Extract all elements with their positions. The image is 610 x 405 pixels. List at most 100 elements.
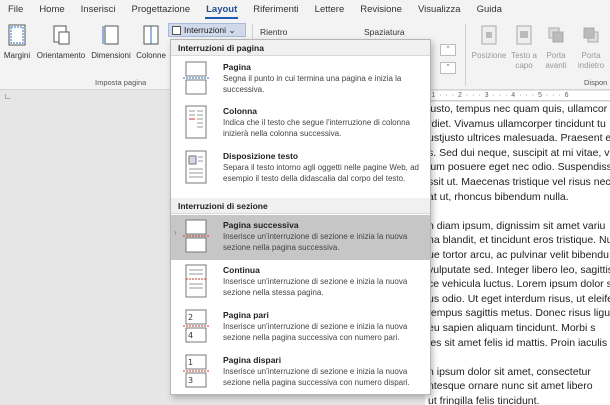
next-page-section-icon xyxy=(183,219,209,253)
menu-item-desc: Separa il testo intorno agli oggetti nel… xyxy=(223,163,419,183)
document-line: ssit ut. Maecenas tristique vel risus ne… xyxy=(428,175,610,188)
document-line: n ipsum dolor sit amet, consectetur xyxy=(428,365,591,378)
testo-a-capo-button[interactable]: Testo a capo xyxy=(508,24,540,71)
document-line: iusto, tempus nec quam quis, ullamcor xyxy=(428,103,608,115)
porta-avanti-label-1: Porta xyxy=(546,51,566,60)
menu-item-title: Pagina pari xyxy=(223,310,269,320)
tab-layout[interactable]: Layout xyxy=(198,0,245,20)
document-line: ies sit amet felis id mattis. Proin iacu… xyxy=(428,336,608,349)
porta-avanti-button[interactable]: Porta avanti xyxy=(540,24,572,71)
ribbon-separator xyxy=(465,24,466,86)
menu-bar: File Home Inserisci Progettazione Layout… xyxy=(0,0,610,20)
capo-label: capo xyxy=(515,61,533,70)
menu-item-pagina-successiva[interactable]: › Pagina successiva Inserisce un'interru… xyxy=(171,215,430,260)
imposta-pagina-group-label: Imposta pagina xyxy=(95,78,147,87)
tab-lettere[interactable]: Lettere xyxy=(307,0,353,20)
document-line: vulputate sed. Integer libero leo, sagit… xyxy=(428,263,610,276)
margini-button[interactable]: Margini xyxy=(0,24,34,61)
disponi-group-label: Dispon xyxy=(584,78,608,87)
document-line: n diam ipsum, dignissim sit amet variu xyxy=(428,219,606,232)
margini-label: Margini xyxy=(3,51,31,60)
interruzioni-dropdown: Interruzioni di pagina Pagina Segna il p… xyxy=(170,39,431,395)
interruzioni-button[interactable]: Interruzioni ⌄ xyxy=(168,23,246,37)
menu-item-desc: Indica che il testo che segue l'interruz… xyxy=(223,118,410,138)
section-header-section-breaks: Interruzioni di sezione xyxy=(171,198,430,214)
menu-item-disposizione-testo[interactable]: Disposizione testo Separa il testo intor… xyxy=(171,146,430,196)
document-line: ium posuere eget nec odio. Suspendisse xyxy=(428,161,610,174)
document-page[interactable]: iusto, tempus nec quam quis, ullamcor rd… xyxy=(425,102,610,405)
odd-page-section-icon: 1 3 xyxy=(183,354,209,388)
margins-icon xyxy=(8,24,26,46)
size-icon xyxy=(102,25,119,45)
menu-item-title: Disposizione testo xyxy=(223,151,299,161)
columns-icon xyxy=(143,25,159,45)
document-line: s. Sed dui neque, suscipit at mi vitae, … xyxy=(428,146,610,159)
svg-text:2: 2 xyxy=(188,313,193,322)
tab-visualizza[interactable]: Visualizza xyxy=(410,0,469,20)
tab-file[interactable]: File xyxy=(0,0,31,20)
porta-indietro-button[interactable]: Porta indietro xyxy=(572,24,610,71)
menu-item-continua[interactable]: Continua Inserisce un'interruzione di se… xyxy=(171,260,430,305)
tab-progettazione[interactable]: Progettazione xyxy=(124,0,199,20)
chevron-down-icon: ⌄ xyxy=(228,25,236,35)
menu-item-title: Continua xyxy=(223,265,260,275)
porta-avanti-label-2: avanti xyxy=(545,61,567,70)
menu-item-title: Pagina successiva xyxy=(223,220,299,230)
menu-item-pagina-pari[interactable]: 2 4 Pagina pari Inserisce un'interruzion… xyxy=(171,305,430,350)
posizione-button[interactable]: Posizione xyxy=(470,24,508,61)
menu-item-desc: Segna il punto in cui termina una pagina… xyxy=(223,74,402,94)
interruzioni-label: Interruzioni xyxy=(184,25,227,35)
column-break-icon xyxy=(185,105,207,139)
menu-item-title: Pagina xyxy=(223,62,251,72)
even-page-section-icon: 2 4 xyxy=(183,309,209,343)
menu-item-desc: Inserisce un'interruzione di sezione e i… xyxy=(223,322,408,342)
menu-item-title: Colonna xyxy=(223,106,257,116)
wrap-text-icon xyxy=(516,25,532,45)
rientro-label: Rientro xyxy=(260,27,288,37)
tab-home[interactable]: Home xyxy=(31,0,72,20)
document-line: us odio. Ut eget interdum risus, ut elei… xyxy=(428,292,610,305)
testo-a-label: Testo a xyxy=(511,51,537,60)
document-line: eu sapien aliquam tincidunt. Morbi s xyxy=(428,321,596,334)
page-break-icon xyxy=(183,61,209,95)
section-header-page-breaks: Interruzioni di pagina xyxy=(171,40,430,56)
document-line: ut fringilla felis tincidunt. xyxy=(428,394,540,405)
menu-item-pagina[interactable]: Pagina Segna il punto in cui termina una… xyxy=(171,57,430,101)
orientamento-label: Orientamento xyxy=(36,51,86,60)
svg-text:3: 3 xyxy=(188,376,193,385)
send-backward-icon xyxy=(583,27,599,43)
document-line: ce vehicula luctus. Lorem ipsum dolor si… xyxy=(428,278,610,291)
dimensioni-label: Dimensioni xyxy=(91,51,131,60)
pointer-icon: › xyxy=(174,228,177,237)
tab-revisione[interactable]: Revisione xyxy=(352,0,410,20)
spaziatura-stepper-before[interactable]: ⌃ xyxy=(440,44,456,56)
menu-item-title: Pagina dispari xyxy=(223,355,282,365)
porta-indietro-label-1: Porta xyxy=(581,51,601,60)
colonne-button[interactable]: Colonne xyxy=(134,24,168,61)
horizontal-ruler[interactable]: · 1 · · · 2 · · · 3 · · · 4 · · · 5 · · … xyxy=(425,91,610,101)
position-icon xyxy=(481,25,497,45)
text-wrapping-break-icon xyxy=(185,150,207,184)
spaziatura-stepper-after[interactable]: ⌃ xyxy=(440,62,456,74)
tab-riferimenti[interactable]: Riferimenti xyxy=(245,0,306,20)
menu-item-desc: Inserisce un'interruzione di sezione e i… xyxy=(223,232,408,252)
tab-inserisci[interactable]: Inserisci xyxy=(73,0,124,20)
posizione-label: Posizione xyxy=(471,51,507,60)
svg-text:4: 4 xyxy=(188,331,193,340)
spaziatura-label: Spaziatura xyxy=(364,27,405,37)
menu-item-pagina-dispari[interactable]: 1 3 Pagina dispari Inserisce un'interruz… xyxy=(171,350,430,395)
document-line: tempus sagittis metus. Donec risus ligul… xyxy=(428,307,610,320)
orientamento-button[interactable]: Orientamento xyxy=(34,24,88,61)
dimensioni-button[interactable]: Dimensioni xyxy=(88,24,134,61)
menu-item-desc: Inserisce un'interruzione di sezione e i… xyxy=(223,277,408,297)
menu-item-colonna[interactable]: Colonna Indica che il testo che segue l'… xyxy=(171,101,430,146)
document-line: ue tortor arcu, ac pulvinar velit bibend… xyxy=(428,248,609,261)
porta-indietro-label-2: indietro xyxy=(577,61,605,70)
tab-stop-selector[interactable]: ∟ xyxy=(4,92,12,101)
document-line: rdiet. Vivamus ullamcorper tincidunt tu xyxy=(428,117,606,130)
svg-text:1: 1 xyxy=(188,358,193,367)
document-line: ustjusto ultrices malesuada. Praesent eu xyxy=(428,132,610,145)
tab-guida[interactable]: Guida xyxy=(469,0,510,20)
